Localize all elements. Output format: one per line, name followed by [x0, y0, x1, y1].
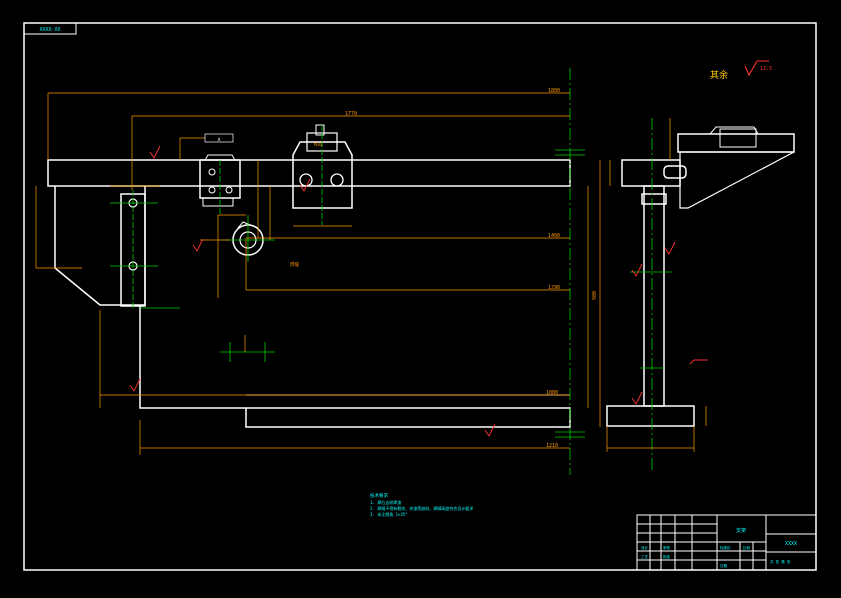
dim-mid-2: 1290	[548, 285, 560, 291]
drawing-sheet: ХХХХ-ХХ 1800 1770 1400 1290 1080 1210 98…	[0, 0, 841, 594]
dim-top-inner: 1770	[345, 111, 357, 117]
drawing-number: ХХХХ-ХХ	[39, 27, 60, 33]
top-beam	[47, 159, 571, 187]
weld-note: 焊缝	[290, 261, 299, 268]
datum-label: A	[218, 137, 221, 143]
title-field-design: 设计	[641, 545, 649, 550]
tech-title: 技术要求	[370, 492, 388, 499]
title-field-approve: 批准	[663, 554, 671, 559]
title-field-review: 审核	[663, 545, 671, 550]
title-field-process: 工艺	[641, 554, 649, 559]
lower-frame	[139, 305, 571, 428]
title-sheet-label: 共 张 第 张	[770, 559, 791, 564]
tech-item-1: 1. 焊后去除焊渣	[370, 499, 401, 505]
roughness-value: 12.5	[760, 66, 772, 72]
center-lines	[110, 68, 585, 475]
dim-bottom-1: 1080	[546, 390, 558, 396]
dim-mid-1: 1400	[548, 233, 560, 239]
title-field-date: 日期	[720, 563, 728, 568]
inner-frame	[23, 22, 817, 571]
cad-drawing: ХХХХ-ХХ 1800 1770 1400 1290 1080 1210 98…	[23, 22, 817, 571]
roughness-note: 其余	[710, 69, 728, 81]
tech-item-2: 2. 焊缝不得有裂纹、夹渣等缺陷，焊脚高度符合设计要求	[370, 505, 473, 511]
tech-requirements: 技术要求 1. 焊后去除焊渣 2. 焊缝不得有裂纹、夹渣等缺陷，焊脚高度符合设计…	[370, 492, 473, 517]
bolt-note: M16	[314, 142, 322, 148]
title-field-standard: 标准化	[720, 545, 731, 550]
tech-item-3: 3. 未注倒角 1×45°	[370, 511, 408, 517]
side-view	[606, 126, 795, 427]
title-scale-label: 比例	[743, 545, 751, 550]
roughness-marks	[129, 60, 769, 437]
left-support	[54, 186, 146, 306]
dim-side-height: 980	[592, 291, 598, 300]
title-drawing-code: XXXX	[785, 541, 797, 547]
title-part-name: 支架	[736, 527, 746, 534]
dim-bottom-2: 1210	[546, 443, 558, 449]
dim-top-overall: 1800	[548, 88, 560, 94]
